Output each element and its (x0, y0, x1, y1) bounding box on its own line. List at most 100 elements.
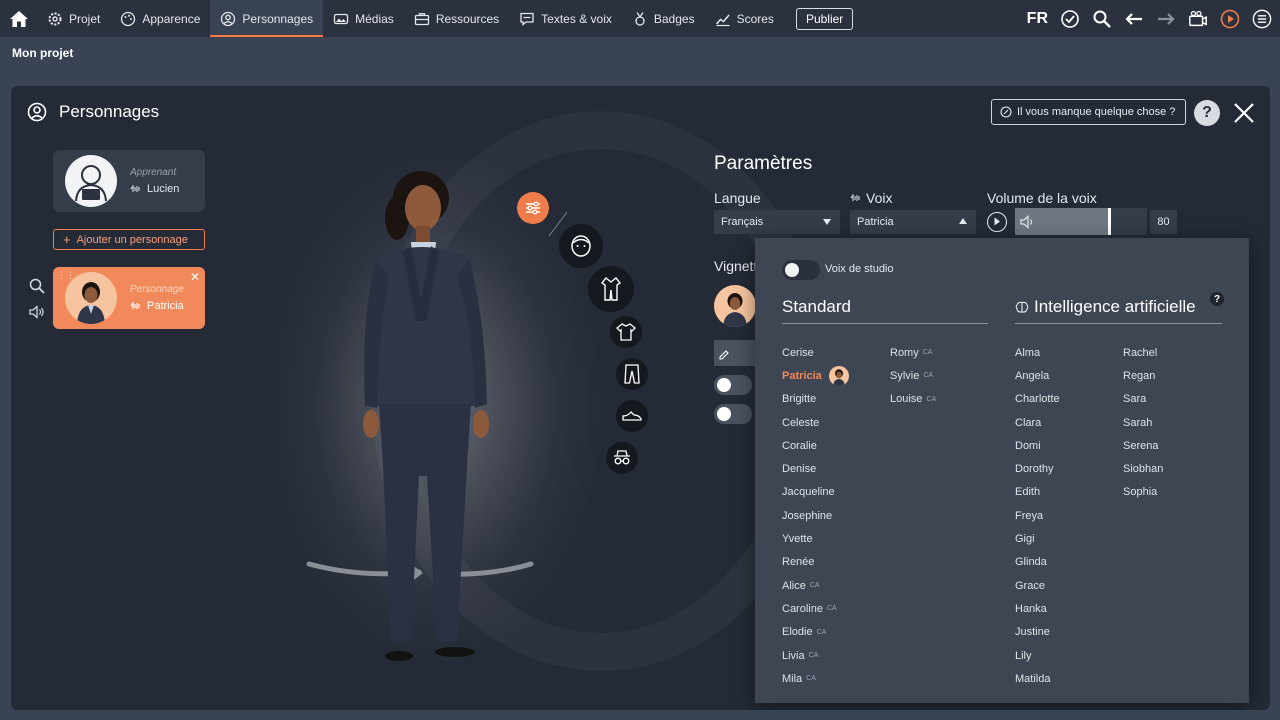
voice-option[interactable]: Domi (1015, 434, 1060, 457)
voice-option[interactable]: Clara (1015, 411, 1060, 434)
shoes-tool-button[interactable] (616, 400, 648, 432)
voice-option[interactable]: Lily (1015, 644, 1060, 667)
volume-value[interactable]: 80 (1150, 210, 1177, 234)
nav-item-scores[interactable]: Scores (705, 0, 784, 37)
bottom-clothing-tool-button[interactable] (616, 358, 648, 390)
voice-option[interactable]: Sarah (1123, 411, 1163, 434)
voice-option[interactable]: Livia CA (782, 644, 849, 667)
voice-option-name: Alice (782, 579, 806, 592)
voice-option[interactable]: Josephine (782, 504, 849, 527)
nav-item-ressources[interactable]: Ressources (404, 0, 509, 37)
shoe-icon (622, 411, 642, 421)
voice-option-name: Hanka (1015, 602, 1047, 615)
media-icon (333, 13, 349, 24)
voice-option[interactable]: Coralie (782, 434, 849, 457)
voice-option[interactable]: Glinda (1015, 551, 1060, 574)
voice-option[interactable]: Dorothy (1015, 457, 1060, 480)
voice-option[interactable]: Cerise (782, 341, 849, 364)
camera-button[interactable] (1188, 9, 1208, 29)
voice-option[interactable]: Matilda (1015, 667, 1060, 690)
voice-option[interactable]: Romy CA (890, 341, 936, 364)
voice-option[interactable]: Jacqueline (782, 481, 849, 504)
voice-option[interactable]: Siobhan (1123, 457, 1163, 480)
zoom-icon[interactable] (28, 277, 46, 295)
voice-preview-button[interactable] (987, 212, 1007, 232)
voice-option[interactable]: Regan (1123, 364, 1163, 387)
trousers-icon (624, 364, 640, 384)
studio-voice-toggle[interactable] (782, 260, 820, 280)
validate-button[interactable] (1060, 9, 1080, 29)
voice-option[interactable]: Sara (1123, 388, 1163, 411)
voice-option[interactable]: Sophia (1123, 481, 1163, 504)
voice-option[interactable]: Alice CA (782, 574, 849, 597)
option-toggle-1[interactable] (714, 375, 752, 395)
remove-character-icon[interactable]: ✕ (190, 270, 200, 284)
voice-option[interactable]: Celeste (782, 411, 849, 434)
voice-option[interactable]: Mila CA (782, 667, 849, 690)
nav-item-apparence[interactable]: Apparence (110, 0, 210, 37)
voice-option[interactable]: Justine (1015, 621, 1060, 644)
voice-option[interactable]: Yvette (782, 527, 849, 550)
vignette-label: Vignett (714, 258, 758, 274)
voice-dropdown: Voix de studio Standard Intelligence art… (755, 238, 1249, 703)
nav-item-projet[interactable]: Projet (37, 0, 110, 37)
settings-tool-button[interactable] (517, 192, 549, 224)
close-icon[interactable] (1232, 101, 1256, 125)
missing-something-button[interactable]: Il vous manque quelque chose ? (991, 99, 1187, 125)
voice-option[interactable]: Louise CA (890, 388, 936, 411)
voice-option[interactable]: Hanka (1015, 597, 1060, 620)
voice-option[interactable]: Grace (1015, 574, 1060, 597)
top-clothing-tool-button[interactable] (610, 316, 642, 348)
undo-button[interactable] (1124, 9, 1144, 29)
menu-button[interactable] (1252, 9, 1272, 29)
voice-option[interactable]: Charlotte (1015, 388, 1060, 411)
nav-item-textes-voix[interactable]: Textes & voix (509, 0, 622, 37)
edit-vignette-button[interactable] (714, 340, 756, 366)
redo-button[interactable] (1156, 9, 1176, 29)
ai-help-icon[interactable]: ? (1210, 292, 1224, 306)
nav-item-label: Ressources (435, 11, 500, 26)
voice-option[interactable]: Renée (782, 551, 849, 574)
voice-option[interactable]: Gigi (1015, 527, 1060, 550)
voice-select[interactable]: Patricia (850, 210, 976, 234)
help-button[interactable]: ? (1194, 100, 1220, 126)
voice-option[interactable]: Brigitte (782, 388, 849, 411)
language-select[interactable]: Français (714, 210, 840, 234)
face-tool-button[interactable] (559, 224, 603, 268)
voice-option[interactable]: Edith (1015, 481, 1060, 504)
outfit-tool-button[interactable] (588, 266, 634, 312)
volume-slider[interactable] (1015, 208, 1147, 235)
voice-option[interactable]: Patricia (782, 364, 849, 387)
character-card-active[interactable]: ⋮⋮ ✕ Personnage Patricia (53, 267, 205, 329)
voice-region-tag: CA (806, 675, 816, 683)
nav-item-badges[interactable]: Badges (622, 0, 705, 37)
search-button[interactable] (1092, 9, 1112, 29)
voice-option[interactable]: Alma (1015, 341, 1060, 364)
nav-item-medias[interactable]: Médias (323, 0, 404, 37)
voice-option[interactable]: Sylvie CA (890, 364, 936, 387)
language-switch[interactable]: FR (1027, 10, 1048, 28)
waveform-icon (130, 185, 142, 193)
voice-option[interactable]: Caroline CA (782, 597, 849, 620)
speaker-icon[interactable] (28, 303, 46, 321)
vignette-avatar[interactable] (714, 285, 756, 327)
add-character-button[interactable]: + Ajouter un personnage (53, 229, 205, 250)
voice-option[interactable]: Freya (1015, 504, 1060, 527)
nav-item-personnages[interactable]: Personnages (210, 0, 324, 37)
learner-card[interactable]: Apprenant Lucien (53, 150, 205, 212)
accessories-tool-button[interactable] (606, 442, 638, 474)
voice-option-name: Sara (1123, 393, 1147, 406)
character-name-row: Patricia (130, 300, 184, 312)
voice-option[interactable]: Elodie CA (782, 621, 849, 644)
voice-option[interactable]: Serena (1123, 434, 1163, 457)
voice-option[interactable]: Angela (1015, 364, 1060, 387)
publish-button[interactable]: Publier (795, 7, 854, 30)
voice-option[interactable]: Denise (782, 457, 849, 480)
voice-option-name: Serena (1123, 439, 1159, 452)
character-3d-model[interactable] (261, 86, 721, 710)
volume-slider-thumb[interactable] (1108, 208, 1111, 235)
home-button[interactable] (0, 0, 37, 37)
voice-option[interactable]: Rachel (1123, 341, 1163, 364)
option-toggle-2[interactable] (714, 404, 752, 424)
preview-button[interactable] (1220, 9, 1240, 29)
